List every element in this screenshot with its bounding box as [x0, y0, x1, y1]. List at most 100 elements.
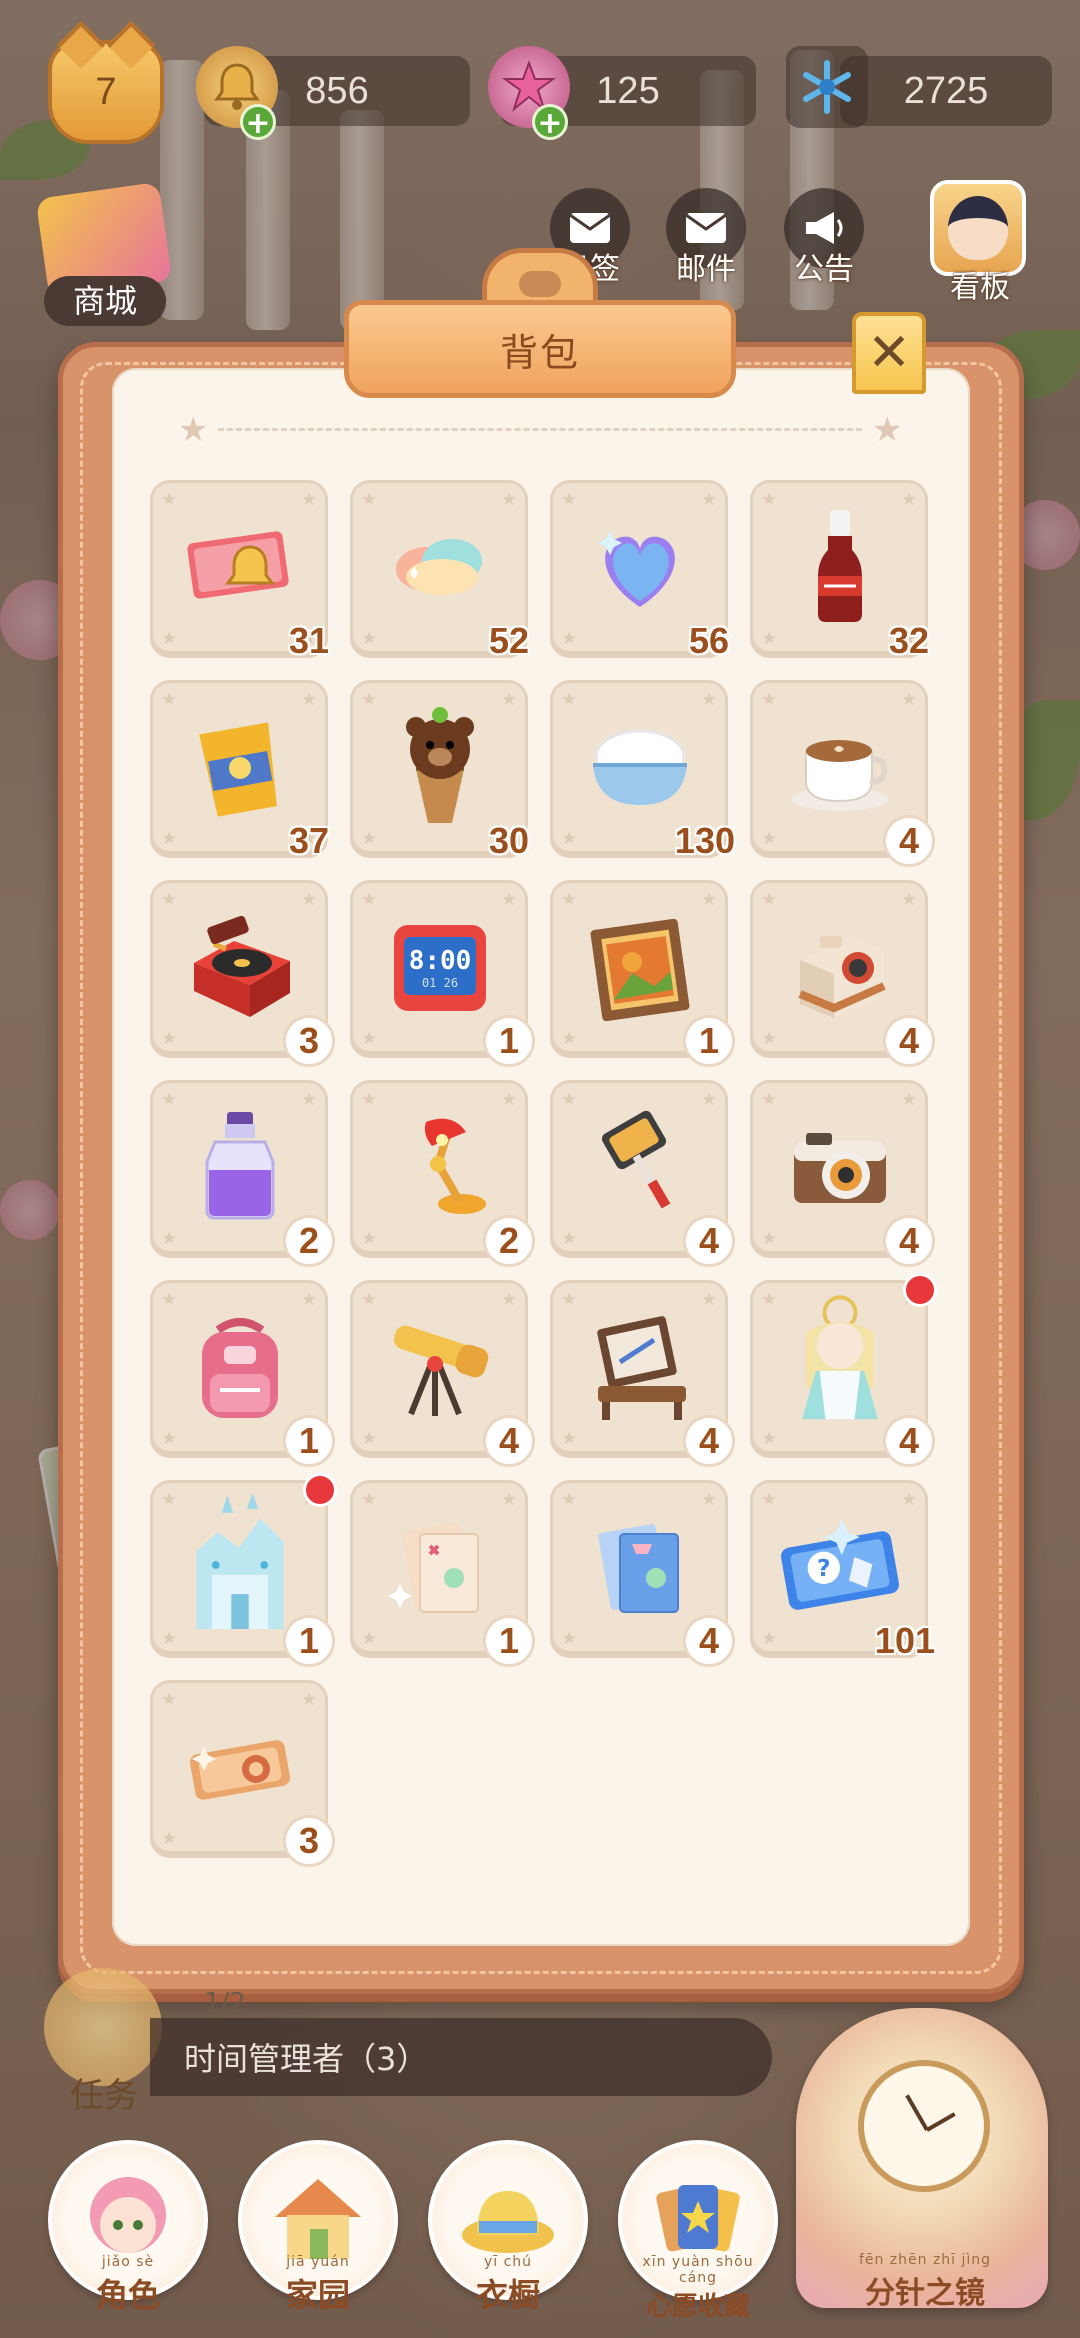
task-label[interactable]: 任务: [70, 2068, 138, 2117]
retro-camera-icon: [777, 1103, 903, 1229]
slot-corner-star-icon: ★: [361, 1228, 378, 1249]
inventory-slot[interactable]: ★★★★3: [150, 880, 335, 1067]
inventory-slot[interactable]: ★ ★ ★ ★ 56: [550, 480, 729, 661]
inventory-slot[interactable]: ★★★★4: [350, 1280, 535, 1467]
inventory-slot[interactable]: ★★★★8:0001 261: [350, 880, 535, 1067]
slot-corner-star-icon: ★: [561, 1089, 578, 1110]
nav-wardrobe-label[interactable]: yī chú 衣橱: [438, 2254, 578, 2316]
item-count: 4: [683, 1215, 735, 1267]
item-count: 3: [283, 1015, 335, 1067]
slot-corner-star-icon: ★: [161, 1028, 178, 1049]
inventory-slot[interactable]: ★★★★4: [750, 680, 935, 867]
slot-corner-star-icon: ★: [161, 1428, 178, 1449]
slot-corner-star-icon: ★: [361, 1489, 378, 1510]
inventory-slot[interactable]: ★★★★4: [750, 1080, 935, 1267]
slot-corner-star-icon: ★: [761, 1089, 778, 1110]
inventory-slot[interactable]: ★★★★2: [150, 1080, 335, 1267]
bear-icecream-icon: [377, 703, 503, 829]
nav-character-label[interactable]: jiǎo sè 角色: [58, 2254, 198, 2316]
cola-bottle-icon: [777, 503, 903, 629]
gold-ticket-icon: [177, 1703, 303, 1829]
slot-corner-star-icon: ★: [900, 489, 917, 510]
clock-icon: [858, 2060, 990, 2192]
inventory-slot[interactable]: ★ ★ ★ ★ 31: [150, 480, 329, 661]
desk-lamp-icon: [377, 1103, 503, 1229]
inventory-slot[interactable]: ★ ★ ★ ★? 101: [750, 1480, 935, 1661]
bag-title: 背包: [344, 300, 736, 398]
inventory-slot[interactable]: ★★★★4: [550, 1080, 735, 1267]
nav-pinyin: jiā yuán: [286, 2254, 350, 2270]
add-gem-button[interactable]: +: [532, 104, 568, 141]
inventory-slot[interactable]: ★★★★4: [550, 1280, 735, 1467]
add-bell-button[interactable]: +: [240, 104, 276, 141]
slot-corner-star-icon: ★: [561, 828, 578, 849]
slot-corner-star-icon: ★: [761, 1428, 778, 1449]
inventory-slot[interactable]: ★★★★4: [550, 1480, 735, 1667]
notice-label[interactable]: 公告: [774, 244, 874, 288]
item-count: 1: [683, 1015, 735, 1067]
slot-corner-star-icon: ★: [761, 1228, 778, 1249]
slot-corner-star-icon: ★: [500, 1089, 517, 1110]
slot-corner-star-icon: ★: [361, 889, 378, 910]
inventory-slot[interactable]: ★★★★4: [750, 1273, 937, 1467]
nav-wishes-label[interactable]: xīn yuàn shōu cáng 心愿收藏: [628, 2254, 768, 2323]
slot-corner-star-icon: ★: [700, 889, 717, 910]
inventory-slot[interactable]: ★★★★4: [750, 880, 935, 1067]
mail-label[interactable]: 邮件: [656, 244, 756, 288]
slot-corner-star-icon: ★: [761, 889, 778, 910]
slot-corner-star-icon: ★: [561, 1028, 578, 1049]
blue-photo-cards-icon: [577, 1503, 703, 1629]
inventory-slot[interactable]: ★★★★3: [150, 1680, 335, 1867]
slot-corner-star-icon: ★: [300, 1689, 317, 1710]
inventory-slot[interactable]: ★ ★ ★ ★ 37: [150, 680, 329, 861]
easel-icon: [577, 1303, 703, 1429]
task-bar[interactable]: 时间管理者（3）: [150, 2018, 772, 2096]
slot-corner-star-icon: ★: [761, 489, 778, 510]
close-icon: ✕: [867, 323, 911, 383]
nav-home-label[interactable]: jiā yuán 家园: [248, 2254, 388, 2316]
slot-corner-star-icon: ★: [561, 1428, 578, 1449]
mystery-ticket-icon: ?: [777, 1503, 903, 1629]
item-count: 56: [688, 620, 730, 661]
inventory-slot[interactable]: ★ ★ ★ ★ 30: [350, 680, 529, 861]
nav-mirror-label[interactable]: fēn zhēn zhī jìng 分针之镜: [830, 2252, 1020, 2312]
level-value: 7: [95, 70, 117, 113]
inventory-slot[interactable]: ★★★★1: [550, 880, 735, 1067]
shop-label[interactable]: 商城: [44, 276, 166, 326]
cloud-candy-icon: [377, 503, 503, 629]
slot-corner-star-icon: ★: [300, 489, 317, 510]
inventory-slot[interactable]: ★ ★ ★ ★ 32: [750, 480, 929, 661]
slot-corner-star-icon: ★: [161, 1489, 178, 1510]
slot-corner-star-icon: ★: [500, 489, 517, 510]
gem-count: 125: [596, 69, 660, 112]
slot-corner-star-icon: ★: [900, 1489, 917, 1510]
item-count: 4: [683, 1615, 735, 1667]
slot-corner-star-icon: ★: [161, 1689, 178, 1710]
level-badge[interactable]: 7: [48, 40, 164, 144]
inventory-slot[interactable]: ★★★★1: [350, 1480, 535, 1667]
slot-corner-star-icon: ★: [361, 1289, 378, 1310]
item-count: 4: [683, 1415, 735, 1467]
slot-corner-star-icon: ★: [161, 889, 178, 910]
slot-corner-star-icon: ★: [161, 689, 178, 710]
inventory-slot[interactable]: ★ ★ ★ ★ 130: [550, 680, 735, 861]
snowflake-icon: [786, 46, 868, 128]
slot-corner-star-icon: ★: [500, 1289, 517, 1310]
board-label[interactable]: 看板: [930, 262, 1030, 306]
task-progress: 1/2: [204, 1988, 246, 2018]
inventory-slot[interactable]: ★★★★1: [150, 1280, 335, 1467]
slot-corner-star-icon: ★: [700, 1289, 717, 1310]
inventory-slot[interactable]: ★★★★1: [150, 1473, 337, 1667]
slot-corner-star-icon: ★: [561, 889, 578, 910]
slot-corner-star-icon: ★: [561, 689, 578, 710]
slot-corner-star-icon: ★: [361, 828, 378, 849]
slot-corner-star-icon: ★: [361, 1628, 378, 1649]
slot-corner-star-icon: ★: [161, 1228, 178, 1249]
telescope-icon: [377, 1303, 503, 1429]
inventory-slot[interactable]: ★ ★ ★ ★ 52: [350, 480, 529, 661]
item-count: 101: [874, 1620, 935, 1661]
item-count: 2: [483, 1215, 535, 1267]
inventory-slot[interactable]: ★★★★2: [350, 1080, 535, 1267]
close-button[interactable]: ✕: [852, 312, 926, 394]
slot-corner-star-icon: ★: [700, 1489, 717, 1510]
